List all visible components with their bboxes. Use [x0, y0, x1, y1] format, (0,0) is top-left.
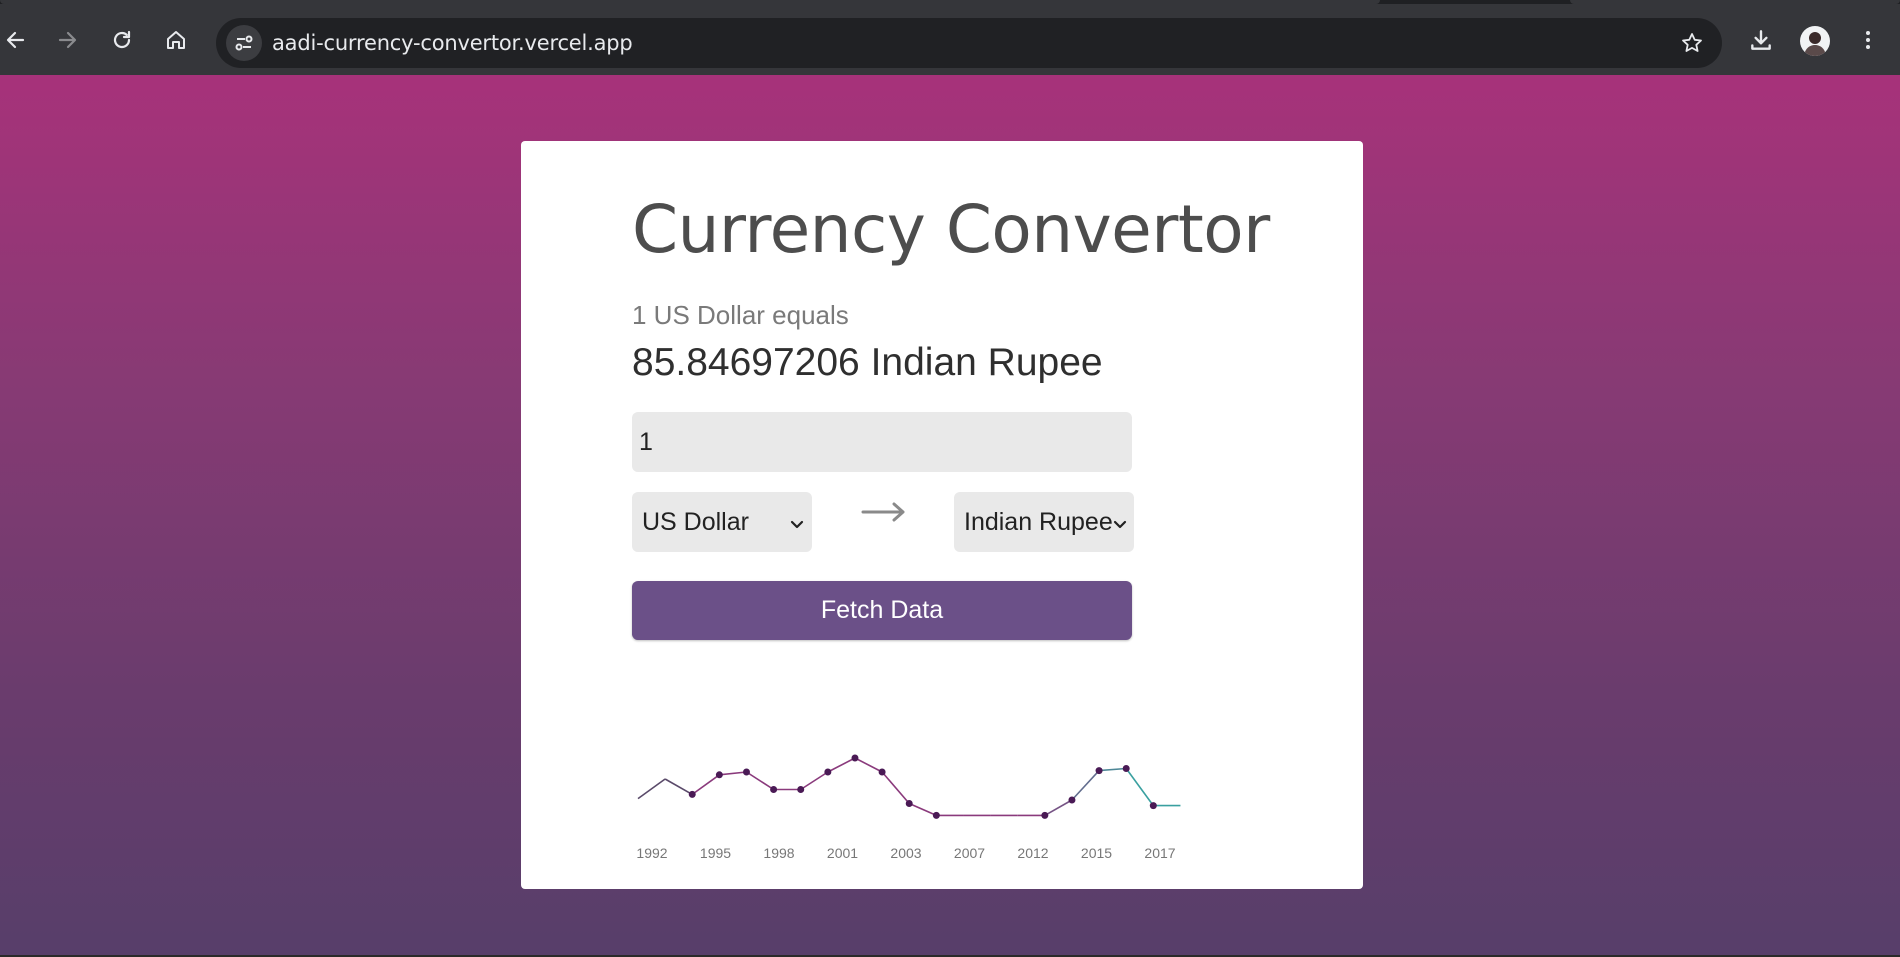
page-background: Currency Convertor 1 US Dollar equals 85…	[0, 75, 1900, 955]
chart-line-segment	[1071, 770, 1100, 801]
reload-icon[interactable]	[102, 20, 142, 60]
chart-point	[1068, 796, 1076, 804]
chart-tick-label: 1992	[636, 845, 667, 861]
chevron-down-icon	[1113, 508, 1127, 537]
converter-card: Currency Convertor 1 US Dollar equals 85…	[521, 141, 1363, 889]
chart-line-segment	[691, 774, 720, 796]
chart-line-segment	[827, 757, 856, 773]
conversion-result: 85.84697206 Indian Rupee	[632, 341, 1103, 384]
chart-point	[1149, 802, 1157, 810]
url-text[interactable]: aadi-currency-convertor.vercel.app	[272, 18, 633, 68]
from-currency-select[interactable]: US Dollar	[632, 492, 812, 552]
chevron-down-icon	[790, 508, 804, 537]
to-currency-value: Indian Rupee	[964, 507, 1113, 536]
chart-tick-label: 2007	[954, 845, 985, 861]
site-info-icon[interactable]	[226, 25, 262, 61]
rate-caption: 1 US Dollar equals	[632, 300, 849, 330]
menu-dots-icon[interactable]	[1848, 20, 1888, 60]
chart-point	[905, 800, 913, 807]
chart-line-segment	[1125, 768, 1154, 807]
arrow-right-icon	[861, 500, 907, 529]
chart-tick-label: 2012	[1017, 845, 1048, 861]
chart-point	[851, 754, 859, 762]
chart-point	[797, 786, 805, 793]
chart-point	[1095, 767, 1103, 775]
chart-line-segment	[800, 771, 829, 791]
to-currency-select[interactable]: Indian Rupee	[954, 492, 1134, 552]
chart-tick-label: 2001	[827, 845, 858, 861]
chart-point	[1122, 765, 1130, 772]
chart-point	[715, 771, 723, 779]
home-icon[interactable]	[156, 20, 196, 60]
chart-point	[770, 786, 778, 793]
profile-avatar[interactable]	[1800, 26, 1830, 56]
amount-input[interactable]	[632, 412, 1132, 472]
chart-point	[878, 768, 886, 776]
address-bar[interactable]: aadi-currency-convertor.vercel.app	[216, 18, 1722, 68]
page-title: Currency Convertor	[632, 191, 1270, 268]
chart-tick-label: 2003	[890, 845, 921, 861]
chart-line-segment	[908, 802, 937, 817]
chart-line-segment	[1099, 767, 1127, 772]
chart-line-segment	[664, 778, 693, 796]
chart-tick-label: 1998	[763, 845, 794, 861]
fetch-data-button[interactable]: Fetch Data	[632, 581, 1132, 640]
bookmark-star-icon[interactable]	[1674, 25, 1710, 61]
chart-point	[742, 768, 750, 776]
forward-icon[interactable]	[48, 20, 88, 60]
chart-line-segment	[881, 771, 910, 805]
chart-line-segment	[637, 778, 666, 800]
chart-tick-label: 2017	[1144, 845, 1175, 861]
chart-point	[824, 768, 832, 776]
chart-point	[688, 790, 696, 798]
chart-tick-label: 2015	[1081, 845, 1112, 861]
back-icon[interactable]	[0, 20, 35, 60]
browser-toolbar: aadi-currency-convertor.vercel.app	[0, 4, 1900, 75]
chart-line-segment	[1044, 799, 1073, 817]
chart-point	[1041, 811, 1049, 819]
chart-line-segment	[746, 771, 775, 791]
chart-point	[932, 811, 940, 819]
chart-tick-label: 1995	[700, 845, 731, 861]
from-currency-value: US Dollar	[642, 507, 749, 536]
chart-line-segment	[719, 771, 747, 776]
download-icon[interactable]	[1741, 20, 1781, 60]
chart-line-segment	[854, 757, 883, 773]
rate-history-chart: 1992 1995 1998 2001 2003 2007 2012 2015 2017	[636, 754, 1181, 861]
